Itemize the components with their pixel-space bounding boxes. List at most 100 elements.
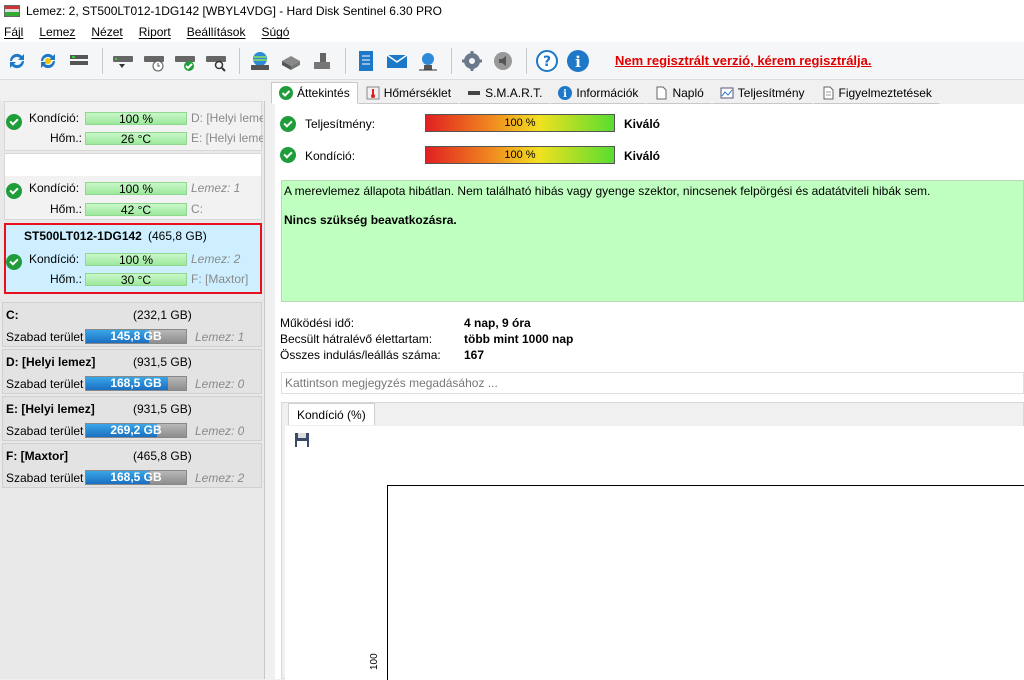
settings-icon[interactable] (458, 47, 486, 75)
disk-partition-label: E: [Helyi leme (191, 131, 263, 145)
partition-disk-label: Lemez: 2 (195, 471, 245, 485)
registration-link[interactable]: Nem regisztrált verzió, kérem regisztrál… (615, 53, 872, 68)
disk-icon (467, 86, 481, 100)
temperature-bar: 26 °C (85, 132, 187, 145)
tab-label: Figyelmeztetések (838, 86, 932, 100)
info-icon[interactable]: i (564, 47, 592, 75)
chart-tab-condition[interactable]: Kondíció (%) (288, 403, 375, 425)
free-space-bar: 145,8 GB (85, 329, 187, 344)
ok-check-icon (6, 114, 22, 130)
tab-label: Teljesítmény (737, 86, 805, 100)
tab-performance[interactable]: Teljesítmény (711, 82, 813, 104)
partition-card-c[interactable]: C: (232,1 GB) Szabad terület 145,8 GB Le… (2, 302, 262, 347)
window-title: Lemez: 2, ST500LT012-1DG142 [WBYL4VDG] -… (26, 4, 442, 18)
partition-size: (931,5 GB) (133, 355, 192, 369)
tab-log[interactable]: Napló (646, 82, 712, 104)
start-stop-label: Összes indulás/leállás száma: (280, 348, 441, 362)
disk-card-1[interactable]: Kondíció: 100 % Lemez: 1 Hőm.: 42 °C C: (4, 153, 262, 220)
svg-text:i: i (564, 89, 568, 100)
menu-file[interactable]: Fájl (4, 25, 23, 39)
toolbar-separator (526, 47, 527, 74)
tab-alerts[interactable]: Figyelmeztetések (812, 82, 940, 104)
partition-disk-label: Lemez: 0 (195, 377, 245, 391)
overview-panel: Teljesítmény: 100 % Kiváló Kondíció: 100… (275, 104, 1024, 680)
uptime-value: 4 nap, 9 óra (464, 316, 531, 330)
notes-icon[interactable] (352, 47, 380, 75)
condition-label: Kondíció: (29, 252, 80, 266)
menu-settings[interactable]: Beállítások (187, 25, 246, 39)
menu-report[interactable]: Riport (139, 25, 171, 39)
tab-strip: Áttekintés Hőmérséklet S.M.A.R.T. i Info… (271, 82, 1024, 104)
condition-bar: 100 % (425, 146, 615, 164)
disk-search-icon[interactable] (202, 47, 230, 75)
temperature-label: Hőm.: (50, 202, 83, 216)
partition-disk-label: Lemez: 1 (195, 330, 245, 344)
disk-number-label: Lemez: 1 (191, 181, 241, 195)
lifetime-label: Becsült hátralévő élettartam: (280, 332, 433, 346)
free-space-bar: 168,5 GB (85, 470, 187, 485)
tab-smart[interactable]: S.M.A.R.T. (459, 82, 551, 104)
condition-label: Kondíció: (29, 111, 80, 125)
partition-card-f[interactable]: F: [Maxtor] (465,8 GB) Szabad terület 16… (2, 443, 262, 488)
start-stop-value: 167 (464, 348, 485, 362)
disk-card-2-selected[interactable]: ST500LT012-1DG142 (465,8 GB) Kondíció: 1… (4, 223, 262, 294)
partition-card-d[interactable]: D: [Helyi lemez] (931,5 GB) Szabad terül… (2, 349, 262, 394)
toolbar-separator (239, 47, 240, 74)
status-action: Nincs szükség beavatkozásra. (284, 213, 457, 227)
toolbar-separator (451, 47, 452, 74)
note-input[interactable]: Kattintson megjegyzés megadásához ... (281, 372, 1024, 394)
alerts-document-icon (821, 86, 835, 100)
status-box: A merevlemez állapota hibátlan. Nem talá… (281, 180, 1024, 302)
chart-y-tick: 100 (369, 653, 380, 670)
title-bar: Lemez: 2, ST500LT012-1DG142 [WBYL4VDG] -… (0, 0, 1024, 22)
tab-label: Napló (672, 86, 704, 100)
ok-check-icon (6, 254, 22, 270)
refresh-icon[interactable] (3, 47, 31, 75)
partition-name: F: [Maxtor] (6, 449, 68, 463)
free-space-bar: 168,5 GB (85, 376, 187, 391)
network-icon[interactable] (246, 47, 274, 75)
partition-card-e[interactable]: E: [Helyi lemez] (931,5 GB) Szabad terül… (2, 396, 262, 441)
disk-size: (465,8 GB) (148, 229, 207, 243)
ok-check-icon (6, 183, 22, 199)
disk-test-icon[interactable] (109, 47, 137, 75)
tab-overview[interactable]: Áttekintés (271, 82, 358, 104)
disk-partition-label: C: (191, 202, 203, 216)
partition-name: D: [Helyi lemez] (6, 355, 96, 369)
toolbar-separator (102, 47, 103, 74)
free-space-value: 168,5 GB (110, 470, 162, 484)
disk-card-0[interactable]: Kondíció: 100 % D: [Helyi leme Hőm.: 26 … (4, 101, 263, 151)
network-share-icon[interactable] (414, 47, 442, 75)
condition-chart-frame: Kondíció (%) 100 (281, 402, 1024, 680)
disk-ok-icon[interactable] (171, 47, 199, 75)
tab-label: Hőmérséklet (383, 86, 452, 100)
tab-label: Információk (576, 86, 639, 100)
tab-temperature[interactable]: Hőmérséklet (357, 82, 460, 104)
help-icon[interactable]: ? (533, 47, 561, 75)
menu-help[interactable]: Súgó (261, 25, 289, 39)
ok-check-icon (280, 147, 296, 163)
partition-name: E: [Helyi lemez] (6, 402, 95, 416)
condition-bar: 100 % (85, 182, 187, 195)
condition-bar: 100 % (85, 112, 187, 125)
status-text: A merevlemez állapota hibátlan. Nem talá… (284, 184, 931, 198)
disk-info-icon[interactable] (65, 47, 93, 75)
disk-schedule-icon[interactable] (140, 47, 168, 75)
usb-disk-icon[interactable] (277, 47, 305, 75)
thermometer-icon (366, 86, 380, 100)
sound-icon[interactable] (489, 47, 517, 75)
menu-disk[interactable]: Lemez (39, 25, 75, 39)
toolbar-separator (345, 47, 346, 74)
external-disk-icon[interactable] (308, 47, 336, 75)
condition-label: Kondíció: (305, 149, 356, 163)
menu-view[interactable]: Nézet (91, 25, 122, 39)
condition-rating: Kiváló (624, 149, 661, 163)
partition-disk-label: Lemez: 0 (195, 424, 245, 438)
temperature-label: Hőm.: (50, 131, 83, 145)
email-icon[interactable] (383, 47, 411, 75)
tab-information[interactable]: i Információk (550, 82, 647, 104)
refresh-all-icon[interactable] (34, 47, 62, 75)
save-chart-icon[interactable] (294, 432, 310, 448)
partition-size: (931,5 GB) (133, 402, 192, 416)
info-icon: i (558, 86, 573, 100)
